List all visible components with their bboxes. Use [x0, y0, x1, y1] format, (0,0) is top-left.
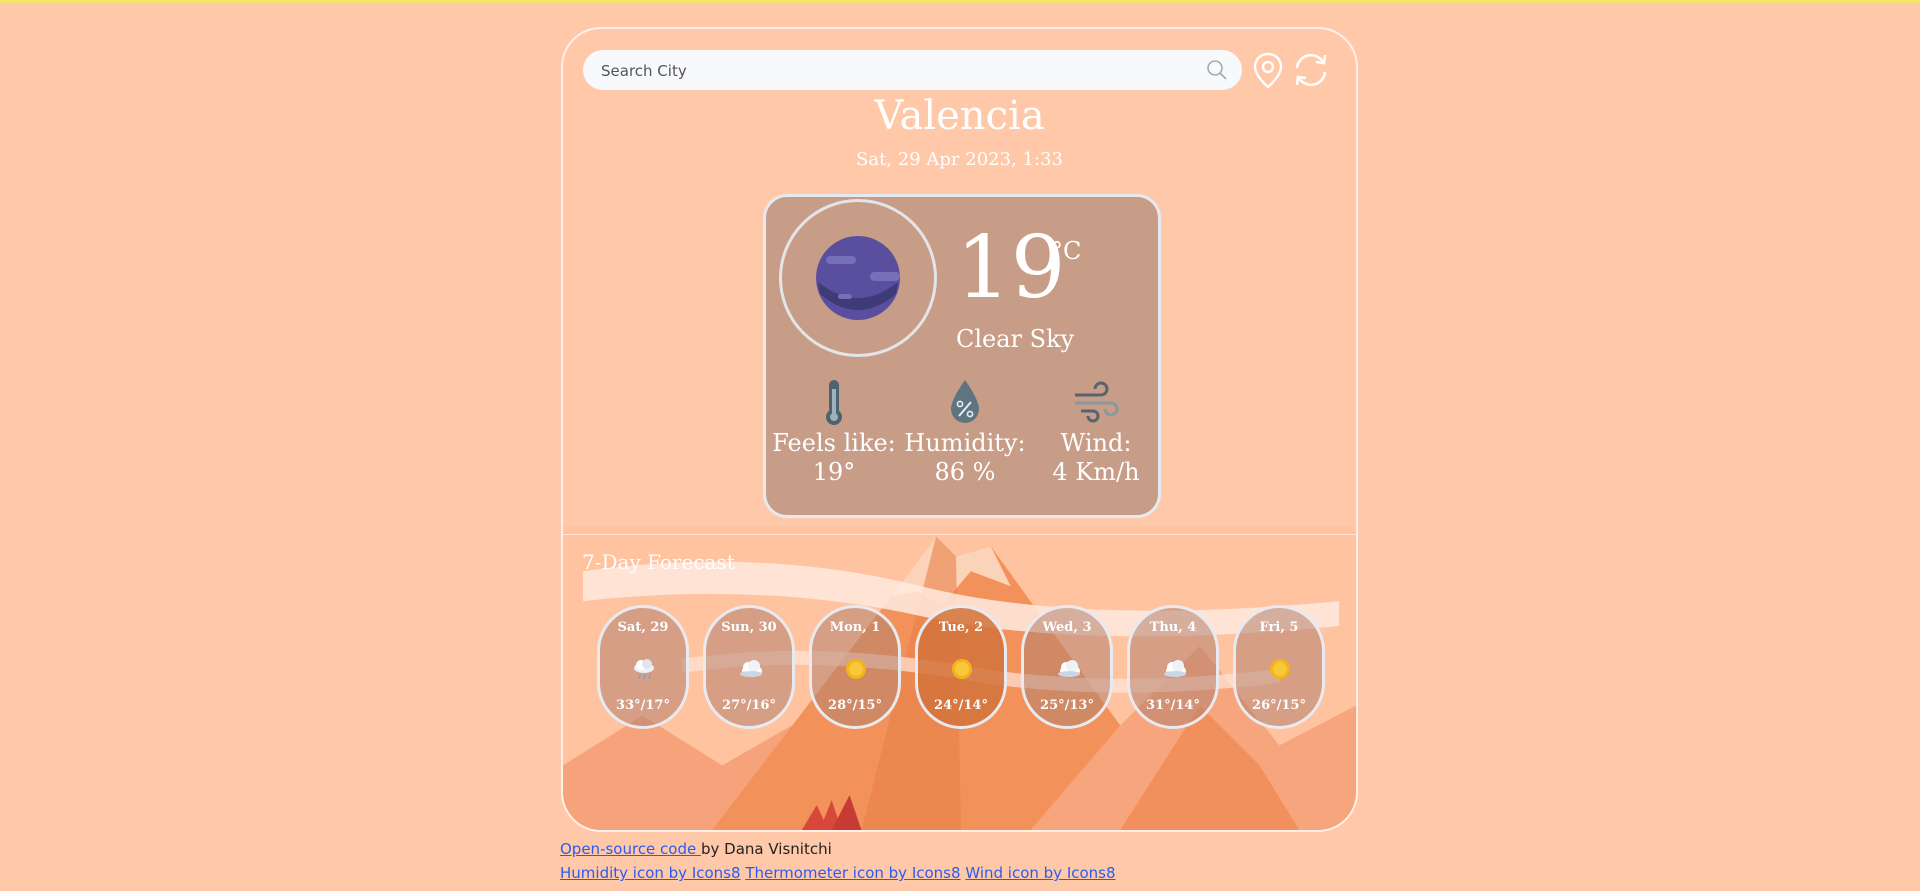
search-box	[583, 50, 1242, 92]
forecast-title: 7-Day Forecast	[582, 550, 735, 574]
stat-value: 4 Km/h	[1052, 458, 1140, 486]
forecast-day-name: Sat, 29	[617, 620, 669, 635]
moon-icon	[816, 236, 900, 320]
stat-label: Humidity:	[904, 429, 1026, 457]
forecast-day[interactable]: Sun, 30 27°/16°	[703, 605, 795, 729]
cloud-icon	[1058, 660, 1080, 677]
humidity-icon-credit-link[interactable]: Humidity icon by Icons8	[560, 864, 741, 882]
stat-label: Wind:	[1060, 429, 1132, 457]
stat-value: 19°	[812, 458, 856, 486]
forecast-day[interactable]: Tue, 2 24°/14°	[915, 605, 1007, 729]
forecast-day[interactable]: Fri, 5 26°/15°	[1233, 605, 1325, 729]
forecast-day[interactable]: Wed, 3 25°/13°	[1021, 605, 1113, 729]
refresh-icon[interactable]	[1291, 50, 1331, 90]
source-code-link[interactable]: Open-source code	[560, 840, 701, 858]
forecast-day[interactable]: Sat, 29 33°/17°	[597, 605, 689, 729]
search-input[interactable]	[599, 50, 1198, 92]
stat-feels-like: Feels like: 19°	[769, 377, 899, 487]
author-credit: by Dana Visnitchi	[701, 840, 832, 858]
current-temperature: 19	[956, 218, 1066, 318]
forecast-day-range: 28°/15°	[828, 698, 882, 713]
weather-condition: Clear Sky	[956, 325, 1075, 353]
city-name: Valencia	[874, 93, 1045, 139]
footer: Open-source code by Dana Visnitchi Humid…	[560, 837, 1116, 885]
humidity-drop-icon	[951, 380, 979, 423]
forecast-day-name: Fri, 5	[1259, 620, 1299, 635]
wind-icon	[1075, 381, 1119, 423]
stat-humidity: Humidity: 86 %	[900, 377, 1030, 487]
forecast-day-range: 27°/16°	[722, 698, 776, 713]
sun-icon	[846, 659, 866, 679]
forecast-day-range: 24°/14°	[934, 698, 988, 713]
current-weather-card: 19 °C Clear Sky Feels like: 19° Humidity…	[763, 194, 1161, 518]
top-bar	[583, 50, 1340, 92]
thermometer-icon-credit-link[interactable]: Thermometer icon by Icons8	[745, 864, 960, 882]
sun-icon	[1270, 659, 1290, 679]
rain-cloud-icon	[634, 659, 654, 680]
date-time: Sat, 29 Apr 2023, 1:33	[856, 149, 1063, 170]
forecast-day-range: 31°/14°	[1146, 698, 1200, 713]
forecast-day-range: 33°/17°	[616, 698, 670, 713]
forecast-day-range: 26°/15°	[1252, 698, 1306, 713]
thermometer-icon	[826, 380, 842, 425]
forecast-day-name: Mon, 1	[829, 620, 881, 635]
weather-icon-ring	[779, 199, 937, 357]
forecast-day-name: Wed, 3	[1042, 620, 1092, 635]
stat-value: 86 %	[934, 458, 996, 486]
forecast-day-name: Tue, 2	[938, 620, 984, 635]
map-pin-icon[interactable]	[1248, 50, 1288, 90]
temperature-unit: °C	[1051, 237, 1082, 265]
forecast-day-range: 25°/13°	[1040, 698, 1094, 713]
stat-label: Feels like:	[772, 429, 896, 457]
stat-wind: Wind: 4 Km/h	[1031, 377, 1161, 487]
forecast-day[interactable]: Thu, 4 31°/14°	[1127, 605, 1219, 729]
sun-icon	[952, 659, 972, 679]
cloud-icon	[1164, 660, 1186, 677]
wind-icon-credit-link[interactable]: Wind icon by Icons8	[965, 864, 1115, 882]
weather-app: Valencia Sat, 29 Apr 2023, 1:33 19 °C Cl…	[561, 27, 1358, 832]
forecast-day[interactable]: Mon, 1 28°/15°	[809, 605, 901, 729]
search-icon[interactable]	[1206, 59, 1228, 81]
forecast-day-name: Thu, 4	[1149, 620, 1197, 635]
cloud-icon	[740, 660, 762, 677]
forecast-day-name: Sun, 30	[721, 620, 777, 635]
